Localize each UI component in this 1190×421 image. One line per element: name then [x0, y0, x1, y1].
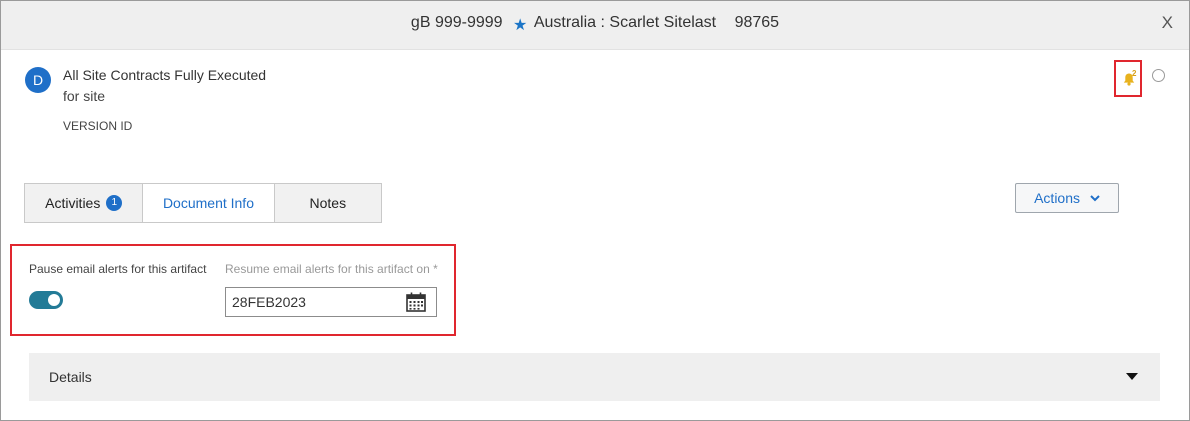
dialog-title: gB 999-9999 ★ Australia : Scarlet Sitela…	[1, 13, 1189, 34]
header-number: 98765	[734, 14, 780, 31]
dialog-header: gB 999-9999 ★ Australia : Scarlet Sitela…	[1, 1, 1189, 50]
notification-count: 2	[1132, 69, 1137, 78]
notification-bell-button[interactable]: 2	[1114, 60, 1142, 97]
pause-alerts-toggle[interactable]	[29, 291, 63, 309]
caret-down-icon	[1126, 373, 1138, 380]
details-label: Details	[49, 369, 92, 385]
version-id-label: VERSION ID	[63, 119, 133, 133]
tab-activities-label: Activities	[45, 195, 101, 211]
artifact-dialog: gB 999-9999 ★ Australia : Scarlet Sitela…	[0, 0, 1190, 421]
header-code: gB 999-9999	[410, 14, 503, 31]
header-location: Australia : Scarlet Sitelast	[533, 14, 717, 31]
chevron-down-icon	[1090, 195, 1100, 202]
document-subtitle: for site	[63, 88, 106, 104]
details-section-toggle[interactable]: Details	[29, 353, 1160, 401]
resume-alerts-label: Resume email alerts for this artifact on…	[225, 262, 438, 276]
actions-label: Actions	[1034, 190, 1081, 206]
star-icon[interactable]: ★	[513, 17, 527, 34]
activities-count-badge: 1	[106, 195, 123, 212]
select-radio[interactable]	[1152, 69, 1165, 82]
tab-activities[interactable]: Activities 1	[25, 184, 144, 222]
close-button[interactable]: X	[1162, 13, 1173, 33]
calendar-icon[interactable]	[405, 291, 427, 313]
tab-bar: Activities 1 Document Info Notes	[24, 183, 382, 223]
avatar: D	[25, 67, 51, 93]
pause-alerts-label: Pause email alerts for this artifact	[29, 262, 207, 276]
tab-document-info[interactable]: Document Info	[143, 184, 275, 222]
toggle-knob	[48, 294, 60, 306]
actions-button[interactable]: Actions	[1015, 183, 1119, 213]
document-title: All Site Contracts Fully Executed	[63, 67, 267, 83]
tab-notes[interactable]: Notes	[274, 184, 382, 222]
